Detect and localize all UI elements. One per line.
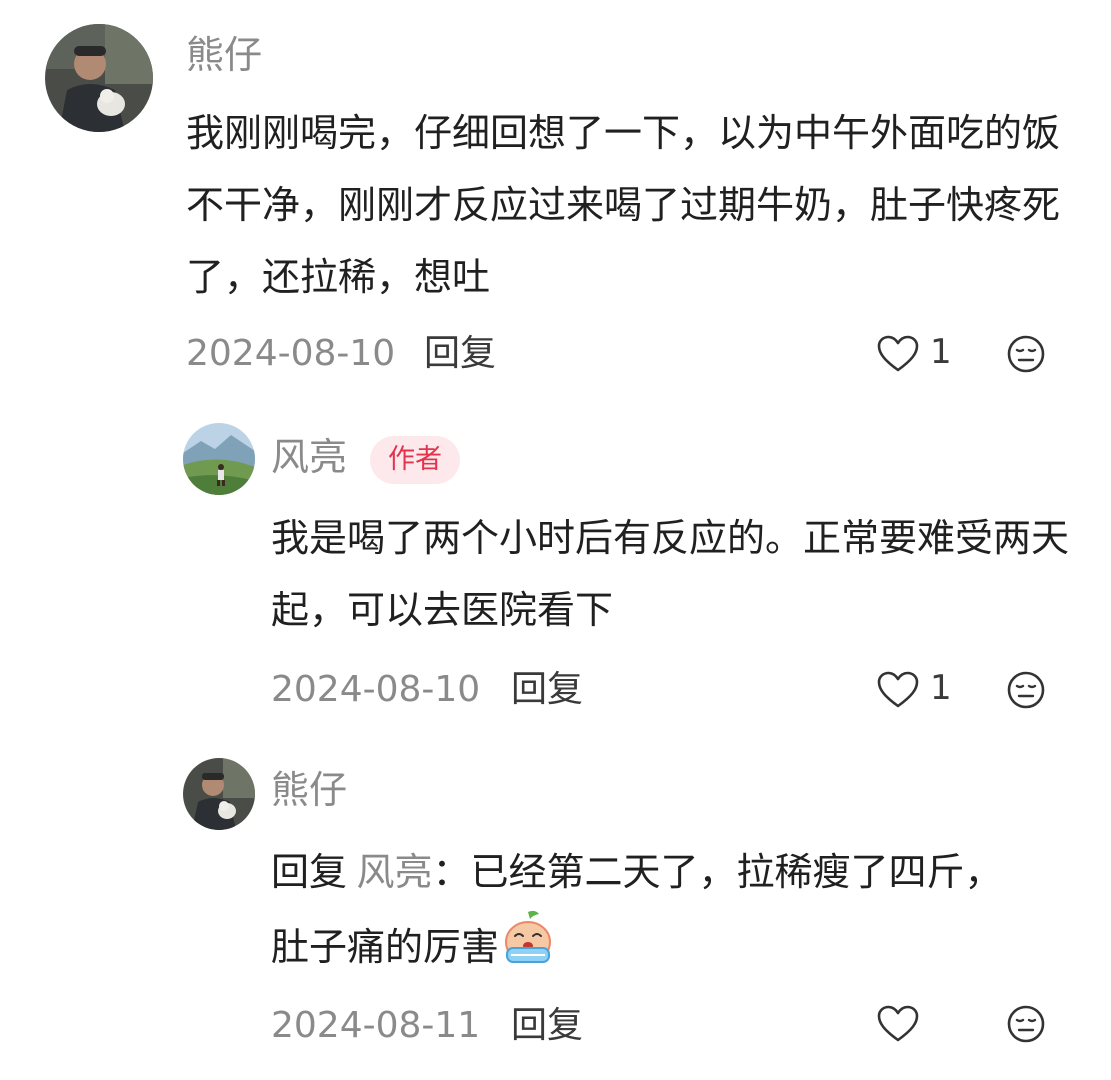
avatar[interactable] bbox=[183, 758, 255, 830]
like-count: 1 bbox=[930, 332, 952, 372]
author-name[interactable]: 熊仔 bbox=[271, 767, 347, 813]
avatar-man-with-dog-icon bbox=[183, 758, 255, 830]
comment-text: 我是喝了两个小时后有反应的。正常要难受两天起，可以去医院看下 bbox=[271, 516, 1070, 632]
neutral-face-icon bbox=[1007, 1005, 1045, 1043]
reply-button[interactable]: 回复 bbox=[511, 668, 583, 712]
mention-spacer bbox=[347, 850, 357, 894]
neutral-face-icon bbox=[1007, 335, 1045, 373]
like-button[interactable] bbox=[876, 334, 920, 378]
like-button[interactable] bbox=[876, 670, 920, 714]
crying-peach-emoji-icon bbox=[499, 908, 557, 989]
avatar[interactable] bbox=[45, 24, 153, 132]
reply-button[interactable]: 回复 bbox=[424, 332, 496, 376]
comment-date: 2024-08-10 bbox=[186, 333, 396, 374]
avatar[interactable] bbox=[183, 423, 255, 495]
author-badge: 作者 bbox=[370, 436, 460, 484]
reply-prefix: 回复 bbox=[271, 850, 348, 894]
comment-text: 回复 风亮：已经第二天了，拉稀瘦了四斤，肚子痛的厉害 bbox=[271, 836, 1011, 989]
author-name[interactable]: 风亮 bbox=[271, 434, 347, 480]
comment-date: 2024-08-10 bbox=[271, 669, 481, 710]
neutral-face-icon bbox=[1007, 671, 1045, 709]
avatar-man-with-dog-icon bbox=[45, 24, 153, 132]
dislike-button[interactable] bbox=[1006, 670, 1046, 714]
like-count: 1 bbox=[930, 668, 952, 708]
heart-icon bbox=[877, 671, 919, 708]
heart-icon bbox=[877, 1005, 919, 1042]
dislike-button[interactable] bbox=[1006, 1004, 1046, 1048]
dislike-button[interactable] bbox=[1006, 334, 1046, 378]
heart-icon bbox=[877, 335, 919, 372]
reply-button[interactable]: 回复 bbox=[511, 1004, 583, 1048]
avatar-landscape-runner-icon bbox=[183, 423, 255, 495]
mention-user[interactable]: 风亮 bbox=[357, 850, 433, 894]
comment-text: 我刚刚喝完，仔细回想了一下，以为中午外面吃的饭不干净，刚刚才反应过来喝了过期牛奶… bbox=[186, 111, 1061, 299]
like-button[interactable] bbox=[876, 1004, 920, 1048]
author-name[interactable]: 熊仔 bbox=[186, 32, 262, 78]
comment-date: 2024-08-11 bbox=[271, 1005, 481, 1046]
